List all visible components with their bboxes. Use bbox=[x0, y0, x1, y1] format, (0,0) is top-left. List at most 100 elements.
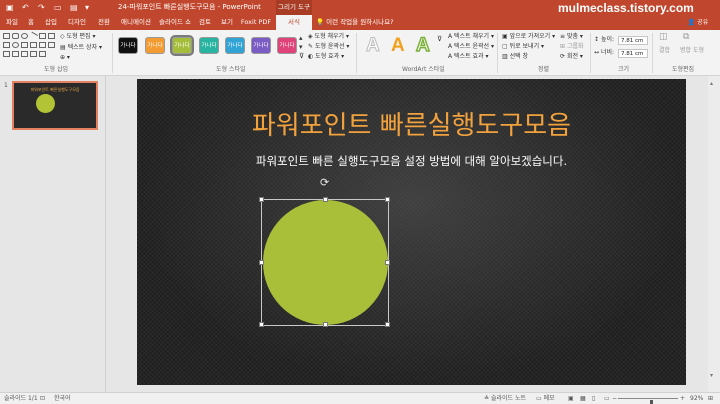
tab-design[interactable]: 디자인 bbox=[64, 15, 90, 30]
shape-pentagon-icon[interactable] bbox=[3, 51, 10, 57]
shape-style-swatch-2[interactable]: 가나다 bbox=[145, 37, 165, 54]
zoom-level[interactable]: 92% bbox=[690, 394, 703, 404]
tab-insert[interactable]: 삽입 bbox=[42, 15, 60, 30]
reading-view-icon[interactable]: ▯ bbox=[592, 394, 595, 404]
text-effects-button[interactable]: A 텍스트 효과 ▾ bbox=[448, 53, 488, 61]
normal-view-icon[interactable]: ▣ bbox=[568, 394, 574, 404]
zoom-slider[interactable] bbox=[618, 398, 678, 404]
shape-triangle-icon[interactable] bbox=[48, 33, 55, 39]
scroll-down-icon[interactable]: ▾ bbox=[710, 372, 713, 379]
shape-hexagon-icon[interactable] bbox=[12, 51, 19, 57]
wordart-style-1[interactable]: A bbox=[366, 35, 381, 57]
tab-file[interactable]: 파일 bbox=[3, 15, 21, 30]
tab-transitions[interactable]: 전환 bbox=[94, 15, 114, 30]
shape-rounded-rect-icon[interactable] bbox=[12, 33, 19, 39]
zoom-in-icon[interactable]: + bbox=[680, 394, 685, 404]
align-button[interactable]: ≡ 맞춤 ▾ bbox=[560, 33, 583, 41]
resize-handle-top-right[interactable] bbox=[385, 197, 390, 202]
shape-style-swatch-1[interactable]: 가나다 bbox=[118, 37, 138, 54]
shape-bracket-icon[interactable] bbox=[21, 42, 28, 48]
fit-slide-icon[interactable]: ⊞ bbox=[708, 394, 713, 404]
slide-canvas[interactable]: 파워포인트 빠른실행도구모음 파워포인트 빠른 실행도구모음 설정 방법에 대해… bbox=[137, 79, 686, 385]
new-slide-icon[interactable]: ▤ bbox=[70, 2, 78, 13]
notes-button[interactable]: ≙ 슬라이드 노트 bbox=[484, 394, 526, 404]
tab-format[interactable]: 서식 bbox=[276, 15, 312, 30]
slideshow-start-icon[interactable]: ▭ bbox=[54, 2, 62, 13]
zoom-slider-thumb[interactable] bbox=[650, 400, 653, 404]
rotate-handle-icon[interactable]: ⟳ bbox=[320, 177, 329, 189]
tab-view[interactable]: 보기 bbox=[218, 15, 236, 30]
shape-style-swatch-5[interactable]: 가나다 bbox=[225, 37, 245, 54]
style-gallery-more-icon[interactable]: ⊽ bbox=[299, 52, 304, 60]
redo-icon[interactable]: ↷ bbox=[38, 2, 45, 13]
shape-oval-icon[interactable] bbox=[21, 33, 28, 39]
save-icon[interactable]: ▣ bbox=[6, 2, 14, 13]
resize-handle-left[interactable] bbox=[259, 260, 264, 265]
merge-shapes-icon[interactable]: ⧉ bbox=[683, 33, 689, 42]
merge-label[interactable]: 결합 bbox=[659, 47, 670, 55]
shape-effects-button[interactable]: ◐ 도형 효과 ▾ bbox=[308, 53, 344, 61]
merge-icon[interactable]: ◫ bbox=[659, 33, 668, 42]
shape-cloud-icon[interactable] bbox=[30, 51, 37, 57]
quick-access-customize-icon[interactable]: ▾ bbox=[85, 2, 89, 13]
shape-callout-icon[interactable] bbox=[39, 42, 46, 48]
shape-star-icon[interactable] bbox=[30, 42, 37, 48]
text-fill-button[interactable]: A 텍스트 채우기 ▾ bbox=[448, 33, 494, 41]
proofing-icon[interactable]: ⊡ bbox=[40, 394, 45, 404]
slide-title[interactable]: 파워포인트 빠른실행도구모음 bbox=[137, 109, 686, 143]
tell-me-search[interactable]: 💡 이런 작업을 원하시나요? bbox=[316, 15, 394, 30]
shape-style-swatch-4[interactable]: 가나다 bbox=[199, 37, 219, 54]
height-input[interactable]: 7.81 cm bbox=[618, 36, 648, 45]
width-input[interactable]: 7.81 cm bbox=[618, 49, 648, 58]
shape-style-swatch-7[interactable]: 가나다 bbox=[277, 37, 297, 54]
selection-pane-button[interactable]: ▥ 선택 창 bbox=[502, 53, 528, 61]
shape-outline-button[interactable]: ✎ 도형 윤곽선 ▾ bbox=[308, 43, 349, 51]
shape-line-icon[interactable] bbox=[28, 31, 39, 41]
shape-arrow-icon[interactable] bbox=[3, 42, 10, 48]
shape-style-swatch-3[interactable]: 가나다 bbox=[170, 35, 194, 56]
scroll-up-icon[interactable]: ▴ bbox=[710, 80, 713, 87]
slide-thumbnail[interactable]: 파워포인트 빠른실행도구모음 bbox=[12, 81, 98, 130]
text-box-button[interactable]: ▤ 텍스트 상자 ▾ bbox=[60, 44, 102, 52]
wordart-gallery-more-icon[interactable]: ⊽ bbox=[437, 35, 442, 43]
vertical-scrollbar[interactable]: ▴ ▾ bbox=[708, 76, 720, 392]
shape-style-swatch-6[interactable]: 가나다 bbox=[251, 37, 271, 54]
merge-shapes-button[interactable]: ⊕ ▾ bbox=[60, 54, 70, 62]
shape-circle-icon[interactable] bbox=[12, 42, 19, 48]
shape-more-icon[interactable] bbox=[39, 51, 46, 57]
send-backward-button[interactable]: ▢ 뒤로 보내기 ▾ bbox=[502, 43, 544, 51]
zoom-out-icon[interactable]: − bbox=[612, 394, 617, 404]
slide-subtitle[interactable]: 파워포인트 빠른 실행도구모음 설정 방법에 대해 알아보겠습니다. bbox=[137, 153, 686, 169]
tab-review[interactable]: 검토 bbox=[196, 15, 214, 30]
language-status[interactable]: 한국어 bbox=[54, 394, 71, 404]
resize-handle-right[interactable] bbox=[385, 260, 390, 265]
shape-fill-button[interactable]: ◈ 도형 채우기 ▾ bbox=[308, 33, 349, 41]
slide-sorter-icon[interactable]: ▦ bbox=[580, 394, 586, 404]
group-button[interactable]: ⊞ 그룹화 bbox=[560, 43, 584, 51]
shape-heart-icon[interactable] bbox=[21, 51, 28, 57]
text-outline-button[interactable]: A 텍스트 윤곽선 ▾ bbox=[448, 43, 494, 51]
wordart-style-3[interactable]: A bbox=[415, 34, 430, 57]
style-gallery-scroll-down-icon[interactable]: ▾ bbox=[299, 43, 303, 51]
bring-forward-button[interactable]: ▣ 앞으로 가져오기 ▾ bbox=[502, 33, 555, 41]
comments-button[interactable]: ▭ 메모 bbox=[536, 394, 555, 404]
slideshow-view-icon[interactable]: ▭ bbox=[604, 394, 610, 404]
resize-handle-bottom[interactable] bbox=[323, 322, 328, 327]
tab-foxit-pdf[interactable]: Foxit PDF bbox=[240, 15, 272, 30]
resize-handle-bottom-right[interactable] bbox=[385, 322, 390, 327]
resize-handle-top[interactable] bbox=[323, 197, 328, 202]
shape-textbox-icon[interactable] bbox=[39, 33, 46, 39]
rotate-button[interactable]: ⟳ 회전 ▾ bbox=[560, 53, 583, 61]
tab-home[interactable]: 홈 bbox=[24, 15, 38, 30]
resize-handle-bottom-left[interactable] bbox=[259, 322, 264, 327]
tab-slideshow[interactable]: 슬라이드 쇼 bbox=[158, 15, 192, 30]
wordart-style-2[interactable]: A bbox=[391, 35, 405, 57]
resize-handle-top-left[interactable] bbox=[259, 197, 264, 202]
shape-rectangle-icon[interactable] bbox=[3, 33, 10, 39]
merge-shapes-label[interactable]: 병합 도형 bbox=[680, 47, 704, 55]
shape-brace-icon[interactable] bbox=[48, 42, 55, 48]
undo-icon[interactable]: ↶ bbox=[22, 2, 29, 13]
share-button[interactable]: 👤 공유 bbox=[683, 18, 713, 28]
tab-animations[interactable]: 애니메이션 bbox=[118, 15, 154, 30]
edit-shape-button[interactable]: ◇ 도형 편집 ▾ bbox=[60, 33, 95, 41]
